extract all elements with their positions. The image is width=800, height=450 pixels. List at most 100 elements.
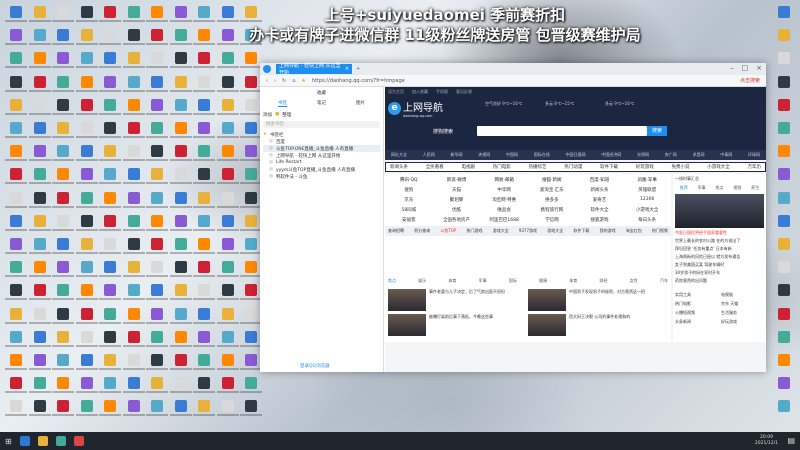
desktop-app-icon[interactable] <box>221 52 234 65</box>
desktop-app-icon[interactable] <box>245 330 257 343</box>
site-link[interactable]: 每日头条 <box>623 217 671 223</box>
quick-link[interactable]: 电视剧 <box>462 164 476 170</box>
desktop-app-icon[interactable] <box>80 98 93 111</box>
desktop-app-icon[interactable] <box>104 122 116 134</box>
desktop-app-icon[interactable] <box>245 400 257 413</box>
quick-link[interactable]: 万年历 <box>748 164 762 170</box>
video-carousel[interactable] <box>675 194 764 228</box>
desktop-app-icon[interactable] <box>80 284 93 297</box>
nav-link[interactable]: 新华网 <box>451 152 463 158</box>
desktop-app-icon[interactable] <box>80 52 93 65</box>
notification-icon[interactable]: ▤ <box>787 436 795 445</box>
top-link[interactable]: 意见反馈 <box>456 89 472 94</box>
desktop-app-icon[interactable] <box>127 191 140 204</box>
bookmark-search-input[interactable]: 搜索书签 <box>263 121 380 128</box>
right-news-item[interactable]: 今起日国民将经手国家重要性 <box>675 230 764 236</box>
desktop-app-icon[interactable] <box>245 75 257 88</box>
desktop-app-icon[interactable] <box>174 400 187 413</box>
bookmark-item[interactable]: ◎ 鸭软件法 - 斗鱼 <box>263 173 380 180</box>
site-link[interactable]: 爱淘宝·汇乐 <box>528 187 576 193</box>
nav-link[interactable]: 中青网 <box>720 152 732 158</box>
site-link[interactable]: 携程旅行网 <box>528 207 576 213</box>
news-tab[interactable]: 娱乐 <box>418 278 426 284</box>
desktop-app-icon[interactable] <box>221 261 234 274</box>
hot-link[interactable]: 游戏大全 <box>547 228 563 234</box>
search-engine-select[interactable]: 搜狗搜索 <box>433 128 453 135</box>
desktop-app-icon[interactable] <box>151 400 163 413</box>
desktop-app-icon[interactable] <box>57 191 69 204</box>
desktop-app-icon[interactable] <box>245 214 257 227</box>
desktop-app-icon[interactable] <box>221 377 234 390</box>
desktop-app-icon[interactable] <box>33 52 46 65</box>
desktop-app-icon[interactable] <box>221 330 234 343</box>
login-link[interactable]: 登录QQ浏览器 <box>300 363 330 369</box>
desktop-app-icon[interactable] <box>33 330 46 343</box>
news-tab[interactable]: 财经 <box>600 278 608 284</box>
right-news-item[interactable]: 30岁男子的妈在家时开车 <box>675 270 764 276</box>
site-link[interactable]: 优酷 <box>433 207 481 213</box>
site-link[interactable]: 学信网 <box>528 217 576 223</box>
add-button[interactable]: 添加 <box>263 112 272 118</box>
desktop-app-icon[interactable] <box>80 145 93 158</box>
desktop-app-icon[interactable] <box>127 261 140 274</box>
nav-link[interactable]: 网址大全 <box>391 152 407 158</box>
desktop-app-icon[interactable] <box>104 400 116 413</box>
desktop-app-icon[interactable] <box>198 307 210 320</box>
site-link[interactable]: 全国各地房产 <box>433 217 481 223</box>
site-link[interactable]: 搜狐·新闻 <box>528 177 576 183</box>
tab-bookmarks[interactable]: 书签 <box>278 100 287 107</box>
desktop-app-icon[interactable] <box>151 284 163 297</box>
browser-tab[interactable]: 上网导航 - 轻快上网 从这里开始 × <box>276 63 352 76</box>
desktop-app-icon[interactable] <box>778 284 790 297</box>
tool-link[interactable]: 火爆短视频 <box>675 310 718 316</box>
desktop-app-icon[interactable] <box>778 238 790 250</box>
desktop-app-icon[interactable] <box>57 377 69 390</box>
desktop-app-icon[interactable] <box>33 284 46 297</box>
desktop-app-icon[interactable] <box>57 98 69 111</box>
hot-link[interactable]: 游戏大全 <box>493 228 509 234</box>
desktop-app-icon[interactable] <box>245 98 257 111</box>
news-tab[interactable]: 军事 <box>479 278 487 284</box>
search-input[interactable] <box>477 126 647 136</box>
right-news-item[interactable]: 上海两街的风险已经以 就方发布通告 <box>675 254 764 260</box>
desktop-app-icon[interactable] <box>174 377 187 390</box>
quick-link[interactable]: 新闻头条 <box>390 164 408 170</box>
desktop-app-icon[interactable] <box>10 168 22 181</box>
desktop-app-icon[interactable] <box>10 122 22 134</box>
desktop-app-icon[interactable] <box>80 307 93 320</box>
quick-link[interactable]: 热门动漫 <box>564 164 582 170</box>
desktop-app-icon[interactable] <box>33 377 46 390</box>
desktop-app-icon[interactable] <box>778 145 790 158</box>
site-link[interactable]: 小游戏大全 <box>623 207 671 213</box>
bookmark-item[interactable]: ◎ Life Restart <box>263 159 380 166</box>
right-tab[interactable]: 养生 <box>751 185 759 191</box>
desktop-app-icon[interactable] <box>57 354 69 366</box>
desktop-app-icon[interactable] <box>10 145 22 158</box>
right-tab[interactable]: 推荐 <box>680 185 688 191</box>
quick-link[interactable]: 全民看看 <box>426 164 444 170</box>
home-icon[interactable]: ⌂ <box>292 78 295 84</box>
desktop-app-icon[interactable] <box>778 168 790 181</box>
desktop-app-icon[interactable] <box>151 238 163 250</box>
hot-link[interactable]: 9377游戏 <box>519 228 537 234</box>
desktop-app-icon[interactable] <box>127 284 140 297</box>
news-item[interactable]: 中国男子发现男子的秘密，对方竟然这一招 <box>528 289 668 311</box>
desktop-app-icon[interactable] <box>198 214 210 227</box>
site-link[interactable]: 新浪·微博 <box>433 177 481 183</box>
desktop-app-icon[interactable] <box>127 214 140 227</box>
desktop-app-icon[interactable] <box>221 354 234 366</box>
desktop-app-icon[interactable] <box>198 284 210 297</box>
top-link[interactable]: 设为主页 <box>388 89 404 94</box>
site-link[interactable]: 中华网 <box>480 187 528 193</box>
desktop-app-icon[interactable] <box>127 307 140 320</box>
desktop-app-icon[interactable] <box>10 400 22 413</box>
search-hint[interactable]: 点击搜索 <box>740 77 760 84</box>
desktop-app-icon[interactable] <box>10 191 22 204</box>
hot-link[interactable]: 软件下载 <box>573 228 589 234</box>
desktop-app-icon[interactable] <box>174 354 187 366</box>
desktop-app-icon[interactable] <box>151 168 163 181</box>
desktop-app-icon[interactable] <box>104 145 116 158</box>
desktop-app-icon[interactable] <box>104 214 116 227</box>
desktop-app-icon[interactable] <box>221 98 234 111</box>
tool-link[interactable]: 头条新闻 <box>675 319 718 325</box>
